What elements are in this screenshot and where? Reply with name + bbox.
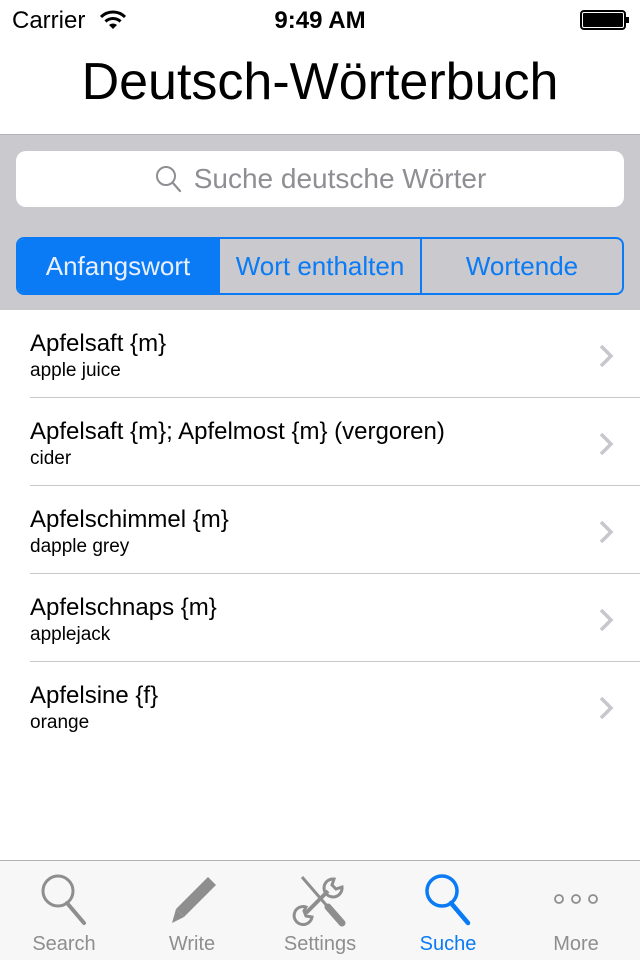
tab-more[interactable]: More	[512, 861, 640, 960]
chevron-right-icon	[599, 608, 614, 632]
magnifier-icon	[425, 874, 471, 926]
search-mode-segmented-control: Anfangswort Wort enthalten Wortende	[16, 237, 624, 295]
list-item[interactable]: Apfelschnaps {m} applejack	[0, 574, 640, 662]
tab-suche[interactable]: Suche	[384, 861, 512, 960]
word-text: Apfelsaft {m}	[30, 330, 167, 357]
list-item[interactable]: Apfelsaft {m}; Apfelmost {m} (vergoren) …	[0, 398, 640, 486]
search-icon	[155, 166, 181, 193]
more-dots-icon	[554, 894, 598, 904]
search-area: Suche deutsche Wörter Anfangswort Wort e…	[0, 134, 640, 310]
tab-search[interactable]: Search	[0, 861, 128, 960]
word-text: Apfelsaft {m}; Apfelmost {m} (vergoren)	[30, 418, 445, 445]
status-bar: Carrier 9:49 AM	[0, 0, 640, 40]
page-title: Deutsch-Wörterbuch	[81, 53, 559, 111]
search-input[interactable]: Suche deutsche Wörter	[16, 151, 624, 207]
tab-label: More	[553, 933, 599, 955]
tab-label: Search	[32, 933, 96, 955]
list-item[interactable]: Apfelsine {f} orange	[0, 662, 640, 750]
translation-text: dapple grey	[30, 536, 130, 557]
chevron-right-icon	[599, 344, 614, 368]
chevron-right-icon	[599, 696, 614, 720]
battery-icon	[580, 10, 629, 30]
results-list: Apfelsaft {m} apple juice Apfelsaft {m};…	[0, 310, 640, 750]
word-text: Apfelschnaps {m}	[30, 594, 217, 621]
search-placeholder: Suche deutsche Wörter	[193, 163, 487, 194]
tab-label: Write	[168, 933, 216, 955]
list-item[interactable]: Apfelschimmel {m} dapple grey	[0, 486, 640, 574]
magnifier-icon	[41, 874, 86, 925]
segment-anfangswort[interactable]: Anfangswort	[18, 239, 218, 293]
chevron-right-icon	[599, 432, 614, 456]
word-text: Apfelschimmel {m}	[30, 506, 229, 533]
translation-text: applejack	[30, 624, 111, 645]
tab-settings[interactable]: Settings	[256, 861, 384, 960]
tab-bar: Search Write Settings Suche More	[0, 860, 640, 960]
word-text: Apfelsine {f}	[30, 682, 159, 709]
chevron-right-icon	[599, 520, 614, 544]
translation-text: cider	[30, 448, 72, 469]
tab-write[interactable]: Write	[128, 861, 256, 960]
translation-text: apple juice	[30, 360, 121, 381]
pencil-icon	[172, 877, 216, 923]
tools-icon	[292, 876, 346, 927]
tab-label: Suche	[419, 933, 477, 955]
list-item[interactable]: Apfelsaft {m} apple juice	[0, 310, 640, 398]
tab-label: Settings	[283, 933, 357, 955]
segment-wortende[interactable]: Wortende	[420, 239, 622, 293]
translation-text: orange	[30, 712, 90, 733]
segment-wort-enthalten[interactable]: Wort enthalten	[218, 239, 420, 293]
clock: 9:49 AM	[274, 7, 366, 34]
